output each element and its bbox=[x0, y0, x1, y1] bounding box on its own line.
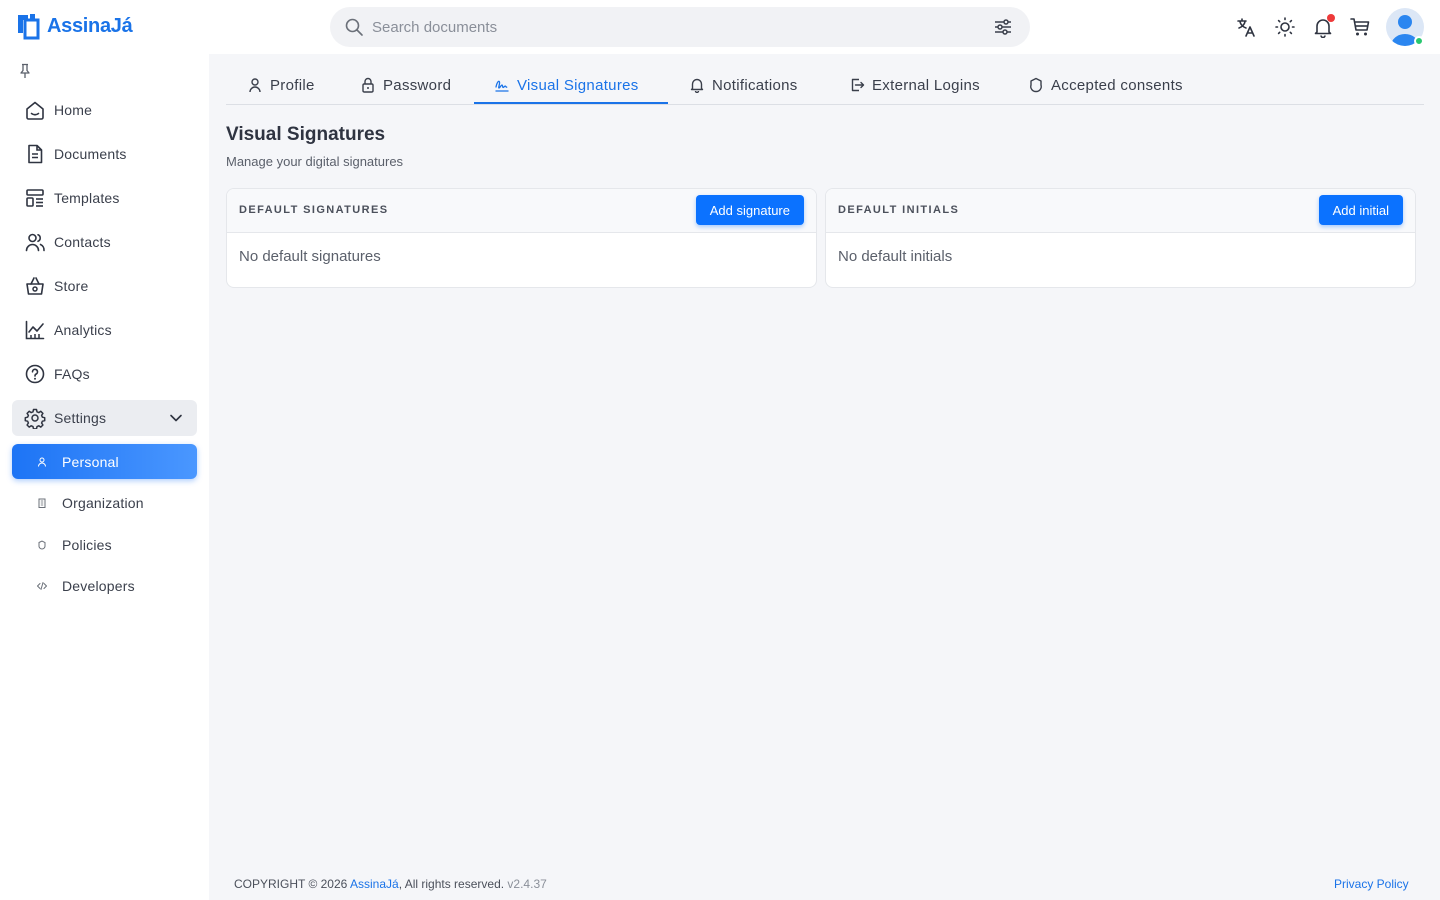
tab-password[interactable]: Password bbox=[360, 66, 451, 104]
cart-icon[interactable] bbox=[1349, 16, 1371, 38]
sidebar-item-templates[interactable]: Templates bbox=[12, 180, 197, 216]
sidebar-subitem-developers[interactable]: Developers bbox=[12, 568, 197, 603]
sidebar-item-label: Home bbox=[54, 102, 93, 118]
tab-external-logins[interactable]: External Logins bbox=[849, 66, 980, 104]
search-icon bbox=[345, 18, 363, 36]
template-icon bbox=[26, 189, 44, 207]
card-header: DEFAULT INITIALS Add initial bbox=[826, 189, 1415, 233]
tab-label: Accepted consents bbox=[1051, 76, 1183, 94]
tab-label: Visual Signatures bbox=[517, 76, 639, 94]
card-title: DEFAULT INITIALS bbox=[838, 204, 960, 216]
gear-icon bbox=[24, 408, 46, 429]
sidebar-item-faqs[interactable]: FAQs bbox=[12, 356, 197, 392]
sidebar-item-documents[interactable]: Documents bbox=[12, 136, 197, 172]
tab-accepted-consents[interactable]: Accepted consents bbox=[1028, 66, 1183, 104]
sidebar-item-settings[interactable]: Settings bbox=[12, 400, 197, 436]
brand-name: AssinaJá bbox=[47, 14, 133, 37]
empty-state-text: No default signatures bbox=[239, 248, 381, 265]
tab-label: Notifications bbox=[712, 76, 798, 94]
contacts-icon bbox=[25, 233, 45, 252]
user-icon bbox=[38, 457, 46, 467]
shield-icon bbox=[1030, 77, 1042, 93]
tab-label: External Logins bbox=[872, 76, 980, 94]
page-subtitle: Manage your digital signatures bbox=[226, 154, 404, 169]
tab-label: Password bbox=[383, 76, 452, 94]
default-signatures-card: DEFAULT SIGNATURES Add signature No defa… bbox=[226, 188, 817, 288]
basket-icon bbox=[26, 277, 44, 295]
sidebar-item-home[interactable]: Home bbox=[12, 92, 197, 128]
page-title: Visual Signatures bbox=[226, 124, 386, 145]
empty-state-text: No default initials bbox=[838, 248, 953, 265]
active-tab-indicator bbox=[474, 102, 668, 104]
home-icon bbox=[26, 101, 44, 120]
privacy-policy-link[interactable]: Privacy Policy bbox=[1334, 877, 1409, 891]
signature-icon bbox=[495, 80, 509, 92]
sidebar-item-store[interactable]: Store bbox=[12, 268, 197, 304]
sidebar-item-label: Settings bbox=[54, 410, 107, 426]
sidebar-item-contacts[interactable]: Contacts bbox=[12, 224, 197, 260]
sidebar-item-label: Templates bbox=[54, 190, 120, 206]
chevron-down-icon bbox=[170, 414, 182, 422]
sidebar-subitem-policies[interactable]: Policies bbox=[12, 527, 197, 562]
tab-label: Profile bbox=[270, 76, 315, 94]
notification-badge bbox=[1327, 14, 1335, 22]
footer-copyright: COPYRIGHT © 2026 AssinaJá, All rights re… bbox=[234, 877, 547, 891]
brand-logo[interactable]: AssinaJá bbox=[16, 12, 133, 40]
card-title: DEFAULT SIGNATURES bbox=[239, 204, 389, 216]
sidebar-subitem-label: Organization bbox=[62, 494, 144, 511]
sidebar-item-label: Analytics bbox=[54, 322, 112, 338]
login-icon bbox=[851, 78, 865, 92]
document-icon bbox=[28, 144, 43, 164]
filter-icon[interactable] bbox=[993, 17, 1013, 37]
pin-icon[interactable] bbox=[17, 63, 33, 79]
add-signature-button[interactable]: Add signature bbox=[695, 195, 804, 225]
tab-visual-signatures[interactable]: Visual Signatures bbox=[494, 66, 639, 104]
sidebar-item-label: Documents bbox=[54, 146, 127, 162]
sidebar-subitem-label: Developers bbox=[62, 577, 135, 594]
search-bar bbox=[330, 7, 1030, 47]
sidebar-item-label: FAQs bbox=[54, 366, 90, 382]
code-icon bbox=[37, 581, 47, 590]
settings-tabs: Profile Password Visual Signatures Notif… bbox=[226, 66, 1424, 105]
sidebar-subitem-personal[interactable]: Personal bbox=[12, 444, 197, 479]
footer-brand-link[interactable]: AssinaJá bbox=[350, 877, 399, 891]
bell-icon bbox=[690, 78, 704, 93]
user-icon bbox=[249, 78, 261, 93]
card-header: DEFAULT SIGNATURES Add signature bbox=[227, 189, 816, 233]
sidebar-item-label: Contacts bbox=[54, 234, 111, 250]
translate-icon[interactable] bbox=[1235, 16, 1257, 38]
rights-text: , All rights reserved. bbox=[398, 877, 505, 891]
sidebar-item-label: Store bbox=[54, 278, 89, 294]
top-bar: AssinaJá bbox=[0, 0, 1440, 54]
help-icon bbox=[25, 364, 45, 384]
lock-icon bbox=[362, 77, 374, 93]
tab-profile[interactable]: Profile bbox=[247, 66, 315, 104]
theme-sun-icon[interactable] bbox=[1274, 16, 1296, 38]
sidebar-item-analytics[interactable]: Analytics bbox=[12, 312, 197, 348]
shield-icon bbox=[38, 539, 46, 550]
search-input[interactable] bbox=[372, 7, 972, 47]
sidebar-subitem-label: Personal bbox=[62, 453, 119, 470]
tab-notifications[interactable]: Notifications bbox=[689, 66, 798, 104]
default-initials-card: DEFAULT INITIALS Add initial No default … bbox=[825, 188, 1416, 288]
sidebar-subitem-organization[interactable]: Organization bbox=[12, 485, 197, 520]
sidebar: Home Documents Templates Contacts Store … bbox=[0, 54, 209, 900]
copyright-text: COPYRIGHT © 2026 bbox=[234, 877, 350, 891]
logo-icon bbox=[18, 14, 40, 40]
version-label: v2.4.37 bbox=[507, 877, 547, 891]
online-status-dot bbox=[1414, 36, 1424, 46]
sidebar-subitem-label: Policies bbox=[62, 536, 112, 553]
analytics-icon bbox=[25, 320, 45, 340]
add-initial-button[interactable]: Add initial bbox=[1318, 195, 1403, 225]
building-icon bbox=[38, 498, 46, 508]
